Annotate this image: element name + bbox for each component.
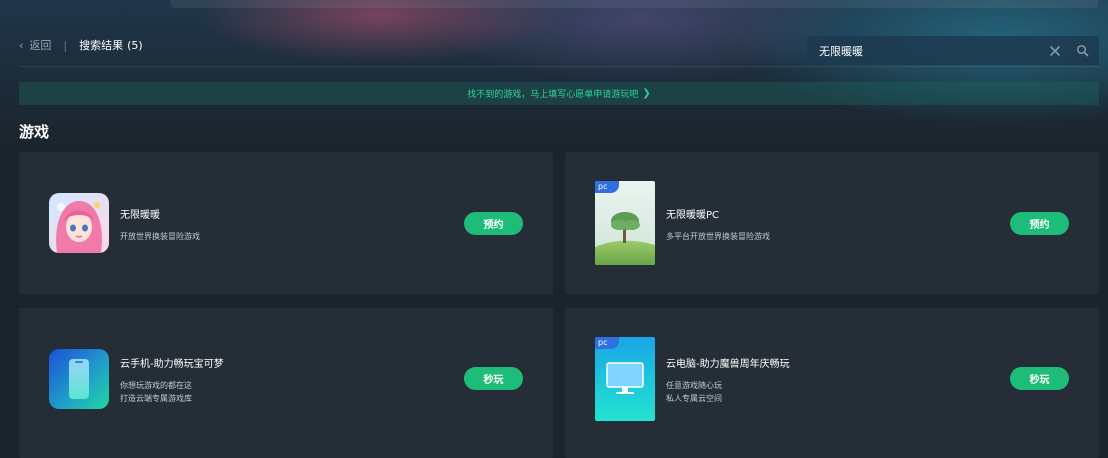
search-icon[interactable]: [1076, 44, 1089, 57]
game-description: 任意游戏随心玩 私人专属云空间: [666, 379, 790, 405]
game-info: 云电脑-助力魔兽周年庆畅玩 任意游戏随心玩 私人专属云空间: [666, 355, 790, 405]
game-card[interactable]: 无限暖暖 开放世界换装冒险游戏 预约: [19, 152, 553, 294]
game-description-line: 私人专属云空间: [666, 394, 722, 403]
game-info: 无限暖暖 开放世界换装冒险游戏: [120, 206, 200, 243]
game-description-line: 任意游戏随心玩: [666, 381, 722, 390]
breadcrumb: ‹ 返回 | 搜索结果 (5): [19, 36, 143, 54]
game-description-line: 开放世界换装冒险游戏: [120, 232, 200, 241]
wishlist-banner-text: 找不到的游戏，马上填写心愿单申请游玩吧: [467, 90, 639, 100]
game-info: 云手机-助力畅玩宝可梦 你想玩游戏的都在这 打造云端专属游戏库: [120, 355, 224, 405]
header-divider: [19, 66, 1099, 67]
play-now-button[interactable]: 秒玩: [464, 367, 523, 390]
game-card[interactable]: 云手机-助力畅玩宝可梦 你想玩游戏的都在这 打造云端专属游戏库 秒玩: [19, 308, 553, 458]
results-label: 搜索结果: [79, 39, 124, 52]
search-bar: [807, 36, 1099, 65]
wishlist-banner[interactable]: 找不到的游戏，马上填写心愿单申请游玩吧 ❯: [19, 82, 1099, 105]
divider: |: [63, 38, 68, 52]
section-title: 游戏: [19, 123, 50, 141]
reserve-button[interactable]: 预约: [1010, 212, 1069, 235]
cloud-phone-icon: [49, 349, 109, 409]
search-input[interactable]: [819, 44, 1048, 57]
pc-badge: pc: [595, 181, 619, 193]
game-card[interactable]: pc 云电脑-助力魔兽周年庆畅玩 任意游戏随心玩 私人专属云空间 秒玩: [565, 308, 1099, 458]
game-description-line: 多平台开放世界换装冒险游戏: [666, 232, 770, 241]
chevron-left-icon: ‹: [19, 38, 24, 52]
game-title: 云手机-助力畅玩宝可梦: [120, 359, 224, 370]
game-description: 多平台开放世界换装冒险游戏: [666, 230, 770, 243]
game-card[interactable]: pc 无限暖暖PC 多平台开放世界换装冒险游戏 预约: [565, 152, 1099, 294]
game-thumbnail: [49, 193, 109, 253]
header-background: [0, 0, 1108, 160]
game-description: 你想玩游戏的都在这 打造云端专属游戏库: [120, 379, 224, 405]
cloud-pc-icon: pc: [595, 337, 655, 421]
chevron-right-icon: ❯: [642, 88, 651, 99]
top-bar: [170, 0, 1098, 8]
back-link[interactable]: ‹ 返回: [19, 37, 51, 53]
game-description-line: 你想玩游戏的都在这: [120, 381, 192, 390]
game-title: 云电脑-助力魔兽周年庆畅玩: [666, 359, 790, 370]
play-now-button[interactable]: 秒玩: [1010, 367, 1069, 390]
pc-badge: pc: [595, 337, 619, 349]
back-label: 返回: [29, 39, 52, 52]
results-count: (5): [127, 38, 143, 52]
game-thumbnail: pc: [595, 181, 655, 265]
game-title: 无限暖暖PC: [666, 210, 720, 221]
game-description: 开放世界换装冒险游戏: [120, 230, 200, 243]
game-description-line: 打造云端专属游戏库: [120, 394, 192, 403]
reserve-button[interactable]: 预约: [464, 212, 523, 235]
game-info: 无限暖暖PC 多平台开放世界换装冒险游戏: [666, 206, 770, 243]
close-icon[interactable]: [1048, 44, 1062, 58]
game-title: 无限暖暖: [120, 210, 160, 221]
